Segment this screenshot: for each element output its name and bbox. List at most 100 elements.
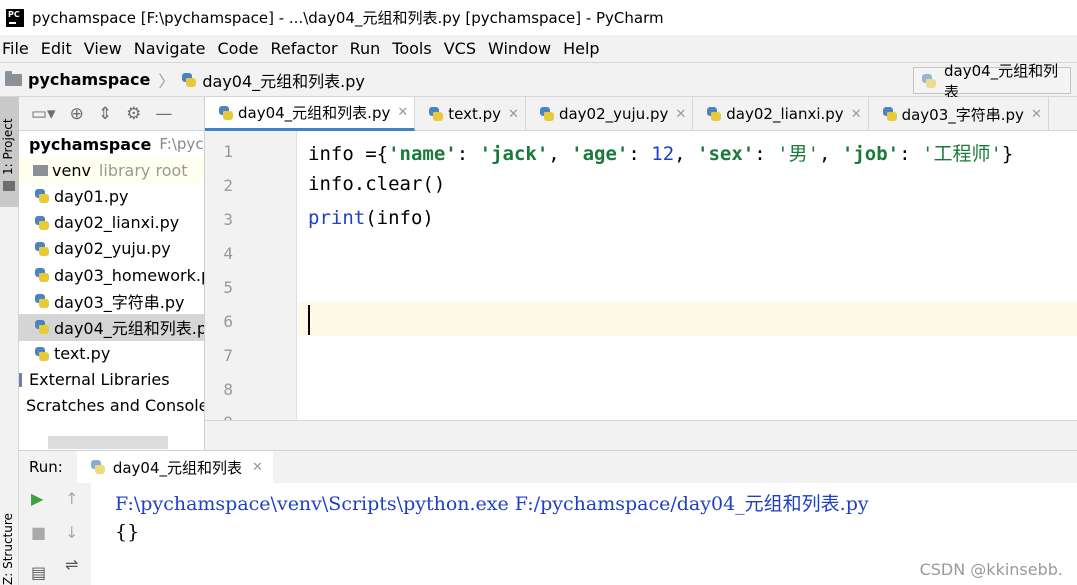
- folder-icon: [5, 70, 22, 86]
- scroll-down-icon[interactable]: ↓: [65, 523, 78, 542]
- close-icon[interactable]: ✕: [252, 460, 263, 475]
- tree-item-venv[interactable]: venv library root: [19, 157, 204, 184]
- tree-file-item[interactable]: day03_字符串.py: [19, 288, 204, 314]
- menu-bar: File Edit View Navigate Code Refactor Ru…: [0, 35, 1077, 62]
- menu-window[interactable]: Window: [487, 39, 552, 58]
- tree-root[interactable]: pychamspace F:\pychar: [19, 131, 204, 157]
- tree-file-item-selected[interactable]: day04_元组和列表.py: [19, 314, 204, 341]
- project-toolbar: ▭▾ ⊕ ⇕ ⚙ —: [19, 97, 204, 131]
- hide-panel-icon[interactable]: —: [155, 104, 172, 124]
- code-token: ,: [819, 143, 842, 165]
- run-configuration-selector[interactable]: day04_元组和列表: [913, 62, 1071, 101]
- code-token: (info): [365, 207, 434, 229]
- tree-file-item[interactable]: day02_yuju.py: [19, 236, 204, 262]
- code-token: :: [754, 143, 778, 165]
- tab-label: day02_lianxi.py: [726, 105, 844, 123]
- tree-item-label: text.py: [54, 344, 111, 364]
- run-panel-title: Run:: [29, 458, 63, 476]
- menu-vcs[interactable]: VCS: [443, 39, 477, 58]
- code-editor[interactable]: info ={'name': 'jack', 'age': 12, 'sex':…: [298, 131, 1077, 420]
- locate-file-icon[interactable]: ⊕: [70, 104, 84, 124]
- python-file-icon: [90, 460, 105, 474]
- code-token: :: [456, 143, 480, 165]
- keyword-token: print: [308, 207, 366, 229]
- library-icon: [19, 372, 22, 387]
- number-token: 12: [651, 143, 675, 165]
- python-file-icon: [35, 189, 49, 204]
- soft-wrap-icon[interactable]: ⇌: [65, 555, 78, 574]
- python-file-icon: [35, 346, 49, 361]
- close-icon[interactable]: ✕: [675, 107, 686, 122]
- tab-day04[interactable]: day04_元组和列表.py ✕: [205, 97, 416, 131]
- menu-navigate[interactable]: Navigate: [133, 39, 207, 58]
- folder-icon: [3, 181, 15, 191]
- breadcrumb-file[interactable]: day04_元组和列表.py: [202, 68, 365, 92]
- python-file-icon: [429, 107, 444, 121]
- close-icon[interactable]: ✕: [1031, 107, 1042, 122]
- breadcrumb-separator: 〉: [158, 71, 175, 91]
- code-line-1: info ={'name': 'jack', 'age': 12, 'sex':…: [308, 139, 1013, 166]
- menu-run[interactable]: Run: [349, 39, 382, 58]
- menu-refactor[interactable]: Refactor: [269, 39, 338, 58]
- rerun-icon[interactable]: ▶: [31, 489, 43, 508]
- tab-day03[interactable]: day03_字符串.py ✕: [869, 97, 1049, 131]
- console-output[interactable]: F:\pychamspace\venv\Scripts\python.exe F…: [91, 483, 1077, 585]
- scroll-up-icon[interactable]: ↑: [65, 489, 78, 508]
- python-file-icon: [182, 72, 197, 87]
- tree-file-item[interactable]: text.py: [19, 341, 204, 367]
- tree-file-item[interactable]: day03_homework.py: [19, 262, 204, 288]
- code-line-2: info.clear(): [308, 173, 446, 195]
- menu-view[interactable]: View: [83, 39, 123, 58]
- console-output-line: {}: [115, 521, 140, 543]
- run-tab[interactable]: day04_元组和列表 ✕: [76, 450, 273, 484]
- string-token: 'name': [388, 143, 457, 165]
- project-tool-label: 1: Project: [1, 118, 15, 175]
- tab-label: day04_元组和列表.py: [238, 104, 391, 122]
- tree-item-label: venv: [52, 160, 91, 180]
- menu-file[interactable]: File: [1, 39, 30, 58]
- run-toolbar: ▶ ↑ ■ ↓ ▤ ⇌: [19, 483, 91, 585]
- code-token: ,: [548, 143, 572, 165]
- tree-file-item[interactable]: day02_lianxi.py: [19, 210, 204, 236]
- gear-icon[interactable]: ⚙: [126, 104, 141, 124]
- horizontal-scrollbar[interactable]: [48, 436, 168, 449]
- project-view-dropdown-icon[interactable]: ▭▾: [31, 104, 56, 124]
- close-icon[interactable]: ✕: [397, 105, 408, 120]
- code-token: :: [628, 143, 652, 165]
- menu-edit[interactable]: Edit: [40, 39, 73, 58]
- window-title: pychamspace [F:\pychamspace] - ...\day04…: [32, 9, 664, 27]
- line-number-gutter: 1 2 3 4 5 6 7 8 9: [205, 131, 297, 420]
- editor-tab-bar: day04_元组和列表.py ✕ text.py ✕ day02_yuju.py ✕ …: [205, 97, 1077, 131]
- code-token: ,: [674, 143, 698, 165]
- layout-icon[interactable]: ▤: [31, 563, 46, 582]
- menu-tools[interactable]: Tools: [391, 39, 432, 58]
- close-icon[interactable]: ✕: [508, 107, 519, 122]
- tree-item-external-libraries[interactable]: External Libraries: [19, 367, 204, 393]
- run-panel-header: Run: day04_元组和列表 ✕: [19, 450, 1077, 484]
- collapse-all-icon[interactable]: ⇕: [98, 104, 112, 124]
- menu-code[interactable]: Code: [217, 39, 260, 58]
- tree-file-item[interactable]: day01.py: [19, 183, 204, 209]
- tab-text[interactable]: text.py ✕: [415, 97, 526, 131]
- python-file-icon: [35, 268, 49, 283]
- structure-tool-window-button[interactable]: Z: Structure: [1, 513, 15, 585]
- project-panel: ▭▾ ⊕ ⇕ ⚙ — pychamspace F:\pychar venv li…: [19, 97, 205, 450]
- string-token: '男': [777, 143, 820, 165]
- code-line-3: print(info): [308, 207, 434, 229]
- close-icon[interactable]: ✕: [851, 107, 862, 122]
- line-number: 8: [223, 380, 233, 399]
- tree-root-name: pychamspace: [29, 134, 152, 154]
- python-file-icon: [539, 107, 554, 121]
- tab-day02-yuju[interactable]: day02_yuju.py ✕: [526, 97, 694, 131]
- python-file-icon: [219, 105, 233, 120]
- tree-item-label: External Libraries: [29, 370, 170, 390]
- current-line-highlight: [298, 302, 1077, 336]
- breadcrumb-project[interactable]: pychamspace: [28, 70, 150, 89]
- code-token: info =: [308, 143, 377, 165]
- tree-item-scratches[interactable]: Scratches and Consoles: [19, 393, 204, 419]
- tab-day02-lianxi[interactable]: day02_lianxi.py ✕: [693, 97, 869, 131]
- tree-root-path: F:\pychar: [159, 135, 204, 154]
- stop-icon[interactable]: ■: [31, 523, 46, 542]
- menu-help[interactable]: Help: [562, 39, 600, 58]
- console-command-line: F:\pychamspace\venv\Scripts\python.exe F…: [115, 493, 869, 515]
